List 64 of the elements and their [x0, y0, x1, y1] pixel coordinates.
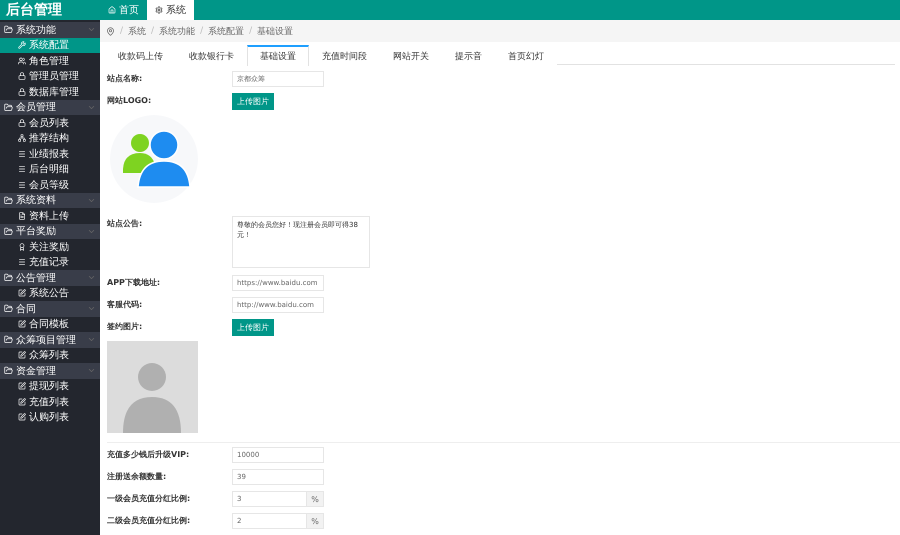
folder-icon	[4, 25, 13, 34]
upload-button[interactable]: 上传图片	[232, 319, 274, 336]
field-label: 充值多少钱后升级VIP:	[107, 449, 190, 461]
sidebar-item[interactable]: 后台明细	[0, 162, 100, 177]
folder-icon	[4, 366, 13, 376]
sidebar-item[interactable]: 充值列表	[0, 394, 100, 410]
sidebar-item[interactable]: 系统公告	[0, 286, 100, 301]
upload-button[interactable]: 上传图片	[232, 93, 274, 110]
folder-icon	[4, 304, 13, 314]
header-tab[interactable]: 系统	[147, 0, 194, 20]
breadcrumb-link[interactable]: 系统配置	[208, 24, 244, 38]
field-label: 二级会员充值分红比例:	[107, 515, 192, 527]
field-label: 站点名称:	[107, 73, 144, 85]
folder-icon	[4, 335, 13, 344]
breadcrumb-separator: /	[120, 26, 124, 36]
sidebar-item[interactable]: 管理员管理	[0, 68, 100, 84]
settings-icon	[155, 6, 163, 14]
app-title: 后台管理	[4, 1, 63, 20]
sidebar-group[interactable]: 系统功能	[0, 22, 100, 38]
unit-label: %	[307, 513, 324, 529]
sidebar-item[interactable]: 数据库管理	[0, 84, 100, 100]
sidebar-item[interactable]: 会员等级	[0, 177, 100, 192]
breadcrumb-link[interactable]: 系统功能	[159, 24, 196, 38]
breadcrumb-link[interactable]: 系统	[128, 24, 146, 38]
sidebar-item[interactable]: 业绩报表	[0, 146, 100, 162]
folder-icon	[4, 196, 13, 205]
breadcrumb-separator: /	[151, 26, 154, 36]
home-icon	[108, 6, 116, 14]
sidebar-group[interactable]: 众筹项目管理	[0, 332, 100, 348]
sidebar-item[interactable]: 推荐结构	[0, 130, 100, 146]
field-label: 客服代码:	[107, 299, 144, 311]
field-label: 签约图片:	[107, 321, 144, 333]
sidebar-item[interactable]: 充值记录	[0, 254, 100, 270]
folder-icon	[4, 102, 13, 112]
breadcrumb-separator: /	[249, 26, 252, 36]
sidebar-group[interactable]: 系统资料	[0, 192, 100, 208]
field-label: 网站LOGO:	[107, 95, 152, 107]
location-icon	[106, 26, 115, 36]
sidebar-group[interactable]: 平台奖励	[0, 224, 100, 239]
sidebar-item[interactable]: 合同模板	[0, 316, 100, 332]
sidebar-group[interactable]: 合同	[0, 301, 100, 316]
field-label: 注册送余额数量:	[107, 471, 168, 483]
folder-icon	[4, 273, 13, 282]
breadcrumb-separator: /	[200, 26, 204, 36]
field-label: APP下载地址:	[107, 277, 162, 289]
sidebar-item[interactable]: 众筹列表	[0, 348, 100, 363]
sidebar-group[interactable]: 会员管理	[0, 100, 100, 115]
field-label: 站点公告:	[107, 218, 144, 230]
sidebar-item[interactable]: 系统配置	[0, 38, 100, 53]
image-placeholder-icon	[107, 341, 198, 433]
sidebar-group[interactable]: 资金管理	[0, 363, 100, 378]
sidebar-item[interactable]: 认购列表	[0, 410, 100, 425]
sidebar-item[interactable]: 资料上传	[0, 208, 100, 224]
sidebar-group[interactable]: 公告管理	[0, 270, 100, 286]
tab[interactable]: 基础设置	[247, 45, 309, 66]
header-tab[interactable]: 首页	[100, 0, 147, 20]
breadcrumb-link[interactable]: 基础设置	[257, 24, 294, 38]
sidebar-item[interactable]: 关注奖励	[0, 239, 100, 254]
sidebar-item[interactable]: 角色管理	[0, 53, 100, 68]
sidebar-item[interactable]: 会员列表	[0, 115, 100, 130]
folder-icon	[4, 226, 13, 236]
field-label: 一级会员充值分红比例:	[107, 493, 192, 505]
sidebar-item[interactable]: 提现列表	[0, 378, 100, 394]
unit-label: %	[307, 491, 324, 507]
